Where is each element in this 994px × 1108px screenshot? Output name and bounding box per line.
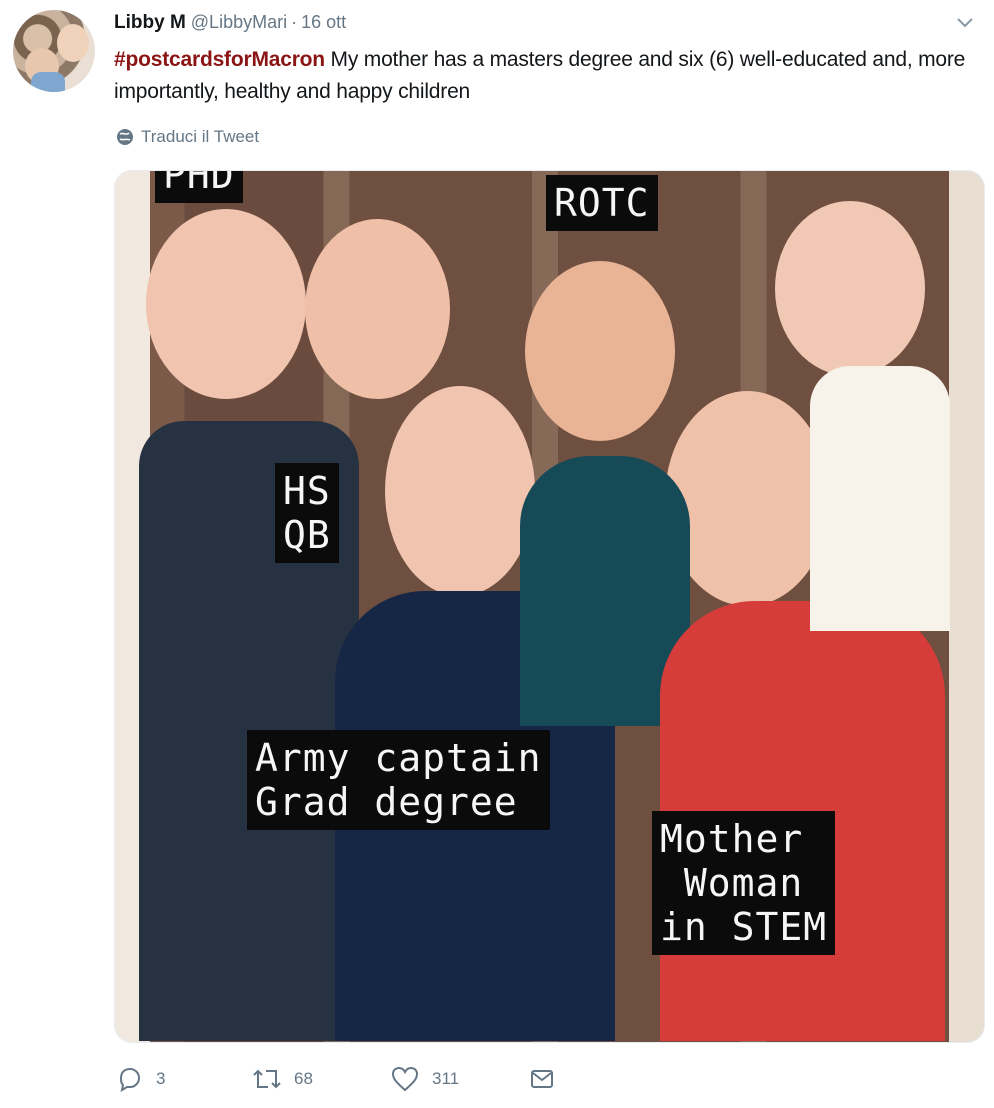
direct-message-button[interactable]: [528, 1064, 568, 1094]
person-head: [525, 261, 675, 441]
avatar-person: [57, 24, 89, 62]
translate-label: Traduci il Tweet: [141, 127, 260, 146]
display-name[interactable]: Libby M: [114, 12, 186, 34]
caption-army-captain: Army captain Grad degree: [247, 730, 550, 830]
separator: ·: [291, 12, 298, 32]
user-handle[interactable]: @LibbyMari: [191, 12, 287, 33]
tweet-header: Libby M @LibbyMari · 16 ott: [114, 12, 346, 38]
person-head: [305, 219, 450, 399]
tweet-text: #postcardsforMacron My mother has a mast…: [114, 44, 984, 108]
translate-tweet-link[interactable]: Traduci il Tweet: [116, 126, 259, 148]
hashtag-link[interactable]: #postcardsforMacron: [114, 48, 325, 71]
caption-rotc: ROTC: [546, 175, 658, 231]
retweet-count: 68: [294, 1069, 313, 1088]
person-head: [385, 386, 535, 596]
tweet-date[interactable]: 16 ott: [301, 12, 346, 33]
caption-phd: PHD: [155, 171, 243, 203]
tweet-actions: 3 68 311: [116, 1064, 556, 1094]
clothing: [810, 366, 950, 631]
caption-mother-stem: Mother Woman in STEM: [652, 811, 836, 955]
caption-hs-qb: HS QB: [275, 463, 339, 563]
message-icon: [531, 1070, 553, 1088]
retweet-button[interactable]: 68: [252, 1064, 313, 1094]
reply-count: 3: [156, 1069, 166, 1088]
reply-button[interactable]: 3: [116, 1064, 165, 1094]
like-button[interactable]: 311: [390, 1064, 459, 1094]
avatar-shirt: [31, 72, 65, 92]
chevron-down-icon[interactable]: [955, 16, 975, 30]
reply-icon: [119, 1067, 141, 1093]
retweet-icon: [253, 1069, 281, 1089]
person-head: [775, 201, 925, 376]
heart-icon: [391, 1066, 419, 1092]
globe-icon: [117, 129, 133, 145]
like-count: 311: [432, 1069, 460, 1088]
tweet-photo[interactable]: PHD ROTC HS QB Army captain Grad degree …: [114, 170, 985, 1043]
avatar[interactable]: [13, 10, 95, 92]
person-head: [146, 209, 306, 399]
